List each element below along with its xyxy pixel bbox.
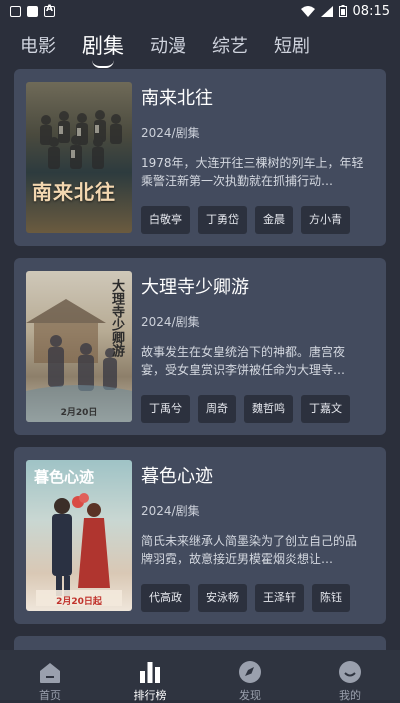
- tab-series[interactable]: 剧集: [82, 30, 124, 60]
- poster-date: 2月20日: [60, 408, 98, 418]
- notification-icons: [10, 4, 55, 17]
- poster-date: 2月20日起: [56, 597, 102, 607]
- series-list: 南来北往 南来北往 2024/剧集 1978年，大连开往三棵树的列车上，年轻乘警…: [14, 69, 386, 676]
- cast-tag[interactable]: 周奇: [198, 395, 236, 423]
- poster-title: 大理寺少卿游: [109, 279, 124, 357]
- cast-tag[interactable]: 金晨: [255, 206, 293, 234]
- series-description: 故事发生在女皇统治下的神都。唐宫夜宴，受女皇赏识李饼被任命为大理寺…: [141, 345, 346, 377]
- series-meta: 2024/剧集: [141, 315, 200, 329]
- nav-label: 我的: [339, 689, 361, 702]
- series-description: 1978年，大连开往三棵树的列车上，年轻乘警汪新第一次执勤就在抓捕行动…: [141, 156, 364, 188]
- tab-variety[interactable]: 综艺: [212, 32, 248, 58]
- poster-title: 南来北往: [32, 180, 116, 204]
- cast-tags: 代高政 安泳畅 王泽轩 陈钰: [141, 584, 350, 612]
- status-bar: 08:15: [0, 0, 400, 22]
- series-meta: 2024/剧集: [141, 126, 200, 140]
- cast-tag[interactable]: 丁禹兮: [141, 395, 190, 423]
- system-icons: 08:15: [300, 3, 390, 19]
- series-card[interactable]: 大理寺少卿游 2月20日 大理寺少卿游 2024/剧集 故事发生在女皇统治下的神…: [14, 258, 386, 435]
- series-title[interactable]: 大理寺少卿游: [141, 273, 249, 299]
- home-icon: [40, 663, 60, 683]
- tab-short-drama[interactable]: 短剧: [274, 32, 310, 58]
- cast-tags: 丁禹兮 周奇 魏哲鸣 丁嘉文: [141, 395, 350, 423]
- nav-label: 发现: [239, 689, 261, 702]
- tab-anime[interactable]: 动漫: [150, 32, 186, 58]
- cast-tag[interactable]: 安泳畅: [198, 584, 247, 612]
- square-icon: [27, 5, 38, 17]
- nav-profile[interactable]: 我的: [300, 650, 400, 703]
- nav-ranking[interactable]: 排行榜: [100, 650, 200, 703]
- cast-tag[interactable]: 魏哲鸣: [244, 395, 293, 423]
- series-card[interactable]: 暮色心迹 2月20日起 暮色心迹 2024/剧集 简氏未来继承人简墨染为了创立自…: [14, 447, 386, 624]
- poster-people-icon: [40, 110, 122, 169]
- smiley-icon: [339, 661, 361, 683]
- category-tabs: 电影 剧集 动漫 综艺 短剧: [0, 26, 400, 64]
- series-title[interactable]: 暮色心迹: [141, 462, 213, 488]
- poster-image[interactable]: 大理寺少卿游 2月20日: [26, 271, 132, 422]
- cast-tag[interactable]: 丁勇岱: [198, 206, 247, 234]
- series-description: 简氏未来继承人简墨染为了创立自己的品牌羽霓，故意接近男模霍烟炎想让…: [141, 534, 358, 566]
- cast-tag[interactable]: 方小青: [301, 206, 350, 234]
- nav-label: 排行榜: [133, 689, 167, 702]
- cast-tags: 白敬亭 丁勇岱 金晨 方小青: [141, 206, 350, 234]
- cast-tag[interactable]: 代高政: [141, 584, 190, 612]
- compass-icon: [239, 661, 261, 683]
- nav-home[interactable]: 首页: [0, 650, 100, 703]
- chart-icon: [140, 662, 160, 683]
- series-meta: 2024/剧集: [141, 504, 200, 518]
- gallery-icon: [10, 5, 21, 17]
- cast-tag[interactable]: 王泽轩: [255, 584, 304, 612]
- clock: 08:15: [352, 3, 390, 19]
- tab-movies[interactable]: 电影: [20, 32, 56, 58]
- bottom-navigation: 首页 排行榜 发现 我的: [0, 650, 400, 703]
- series-title[interactable]: 南来北往: [141, 84, 213, 110]
- nav-discover[interactable]: 发现: [200, 650, 300, 703]
- poster-title: 暮色心迹: [34, 468, 95, 486]
- cast-tag[interactable]: 陈钰: [312, 584, 350, 612]
- poster-image[interactable]: 暮色心迹 2月20日起: [26, 460, 132, 611]
- signal-icon: [320, 5, 333, 17]
- battery-icon: [338, 5, 347, 17]
- poster-image[interactable]: 南来北往: [26, 82, 132, 233]
- cast-tag[interactable]: 丁嘉文: [301, 395, 350, 423]
- cast-tag[interactable]: 白敬亭: [141, 206, 190, 234]
- wifi-icon: [300, 5, 315, 17]
- series-card[interactable]: 南来北往 南来北往 2024/剧集 1978年，大连开往三棵树的列车上，年轻乘警…: [14, 69, 386, 246]
- nav-label: 首页: [39, 689, 61, 702]
- a-icon: [44, 4, 55, 17]
